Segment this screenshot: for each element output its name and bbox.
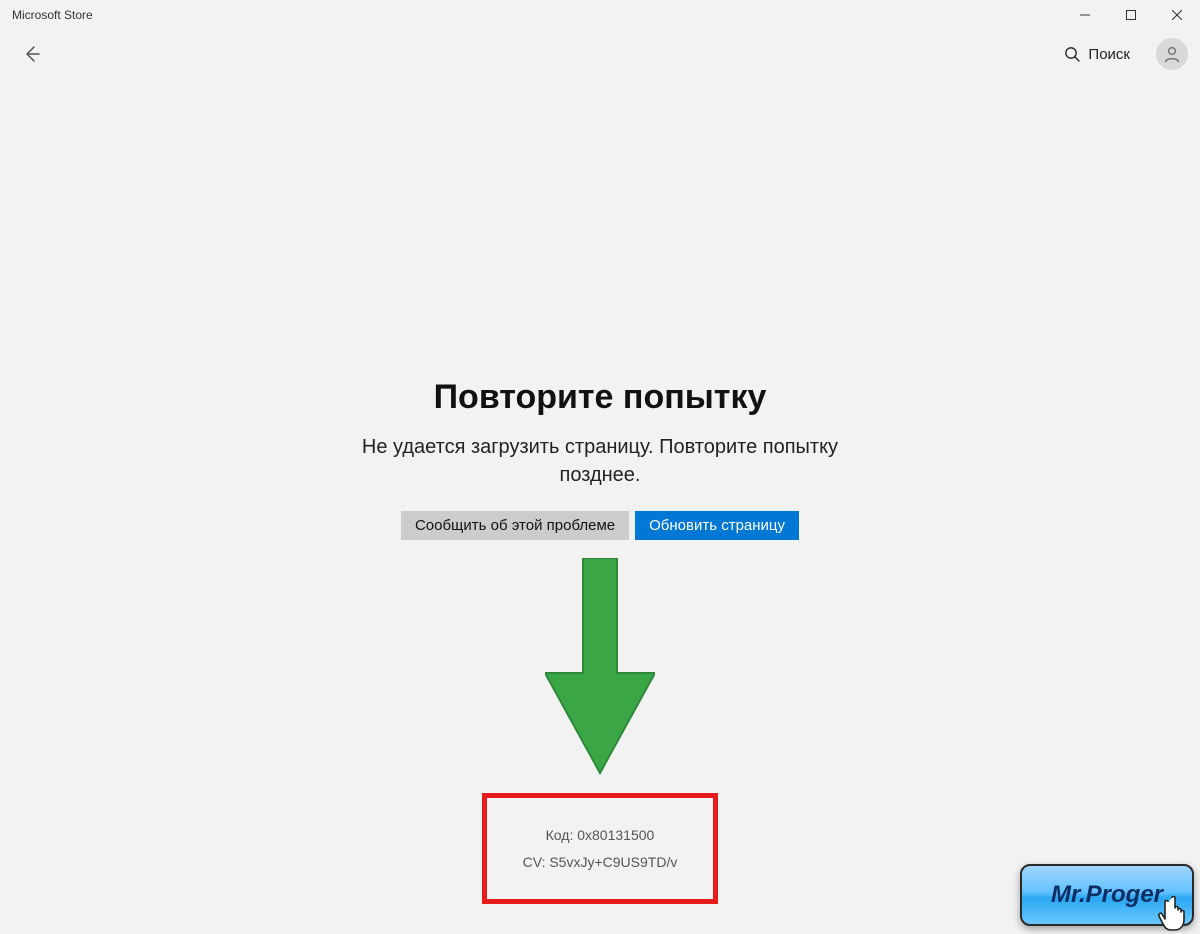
- arrow-left-icon: [22, 44, 42, 64]
- maximize-button[interactable]: [1108, 0, 1154, 30]
- window-controls: [1062, 0, 1200, 30]
- title-bar: Microsoft Store: [0, 0, 1200, 30]
- minimize-icon: [1080, 10, 1090, 20]
- error-code-box: Код: 0x80131500 CV: S5vxJy+C9US9TD/v: [482, 793, 719, 904]
- watermark-text: Mr.Proger: [1051, 881, 1163, 909]
- toolbar: Поиск: [0, 30, 1200, 78]
- close-button[interactable]: [1154, 0, 1200, 30]
- error-code-line: Код: 0x80131500: [523, 822, 678, 849]
- search-button[interactable]: Поиск: [1056, 42, 1138, 67]
- cursor-hand-icon: [1154, 890, 1198, 934]
- report-problem-button[interactable]: Сообщить об этой проблеме: [401, 511, 629, 540]
- refresh-page-button[interactable]: Обновить страницу: [635, 511, 799, 540]
- watermark: Mr.Proger: [1020, 864, 1194, 926]
- close-icon: [1172, 10, 1182, 20]
- window-title: Microsoft Store: [12, 8, 1062, 22]
- watermark-badge: Mr.Proger: [1020, 864, 1194, 926]
- search-label: Поиск: [1088, 46, 1130, 63]
- search-icon: [1064, 46, 1080, 62]
- minimize-button[interactable]: [1062, 0, 1108, 30]
- error-message: Не удается загрузить страницу. Повторите…: [320, 433, 880, 489]
- account-button[interactable]: [1156, 38, 1188, 70]
- maximize-icon: [1126, 10, 1136, 20]
- button-row: Сообщить об этой проблеме Обновить стран…: [401, 511, 799, 540]
- main-content: Повторите попытку Не удается загрузить с…: [0, 78, 1200, 932]
- person-icon: [1162, 44, 1182, 64]
- arrow-down-icon: [545, 558, 655, 778]
- error-cv-line: CV: S5vxJy+C9US9TD/v: [523, 849, 678, 876]
- annotation-arrow: [545, 558, 655, 783]
- back-button[interactable]: [12, 34, 52, 74]
- error-title: Повторите попытку: [434, 378, 767, 417]
